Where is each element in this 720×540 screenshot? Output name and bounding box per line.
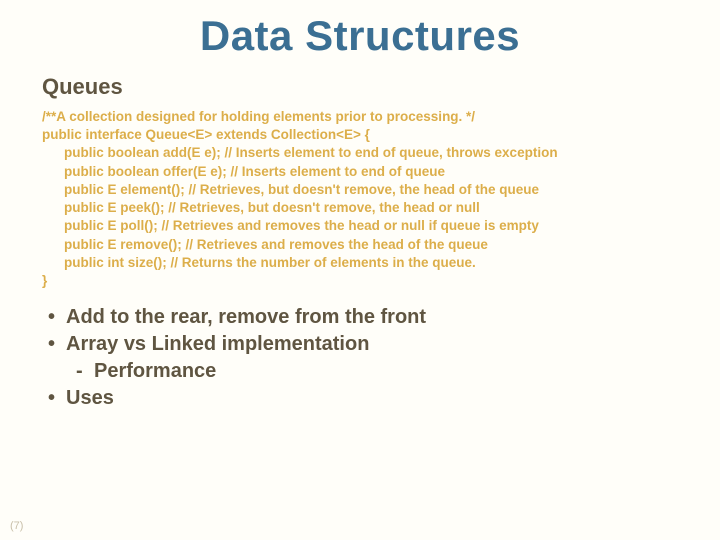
bullet-text: Array vs Linked implementation [66,333,369,355]
sub-item: Performance [66,358,720,385]
code-line: public E peek(); // Retrieves, but doesn… [64,199,700,217]
bullet-list: Add to the rear, remove from the front A… [48,304,720,412]
code-block: /**A collection designed for holding ele… [42,108,700,290]
bullet-item: Add to the rear, remove from the front [48,304,720,331]
section-heading: Queues [42,74,720,100]
code-line: public E poll(); // Retrieves and remove… [64,217,700,235]
slide-title: Data Structures [0,12,720,60]
bullet-item: Uses [48,385,720,412]
code-line: public E element(); // Retrieves, but do… [64,181,700,199]
code-line: public E remove(); // Retrieves and remo… [64,236,700,254]
code-line: public int size(); // Returns the number… [64,254,700,272]
code-declaration: public interface Queue<E> extends Collec… [42,126,700,144]
bullet-item: Array vs Linked implementation Performan… [48,331,720,385]
code-line: public boolean add(E e); // Inserts elem… [64,144,700,162]
code-line: public boolean offer(E e); // Inserts el… [64,163,700,181]
code-comment: /**A collection designed for holding ele… [42,108,700,126]
code-close: } [42,272,700,290]
sub-list: Performance [66,358,720,385]
page-number: (7) [10,520,23,532]
